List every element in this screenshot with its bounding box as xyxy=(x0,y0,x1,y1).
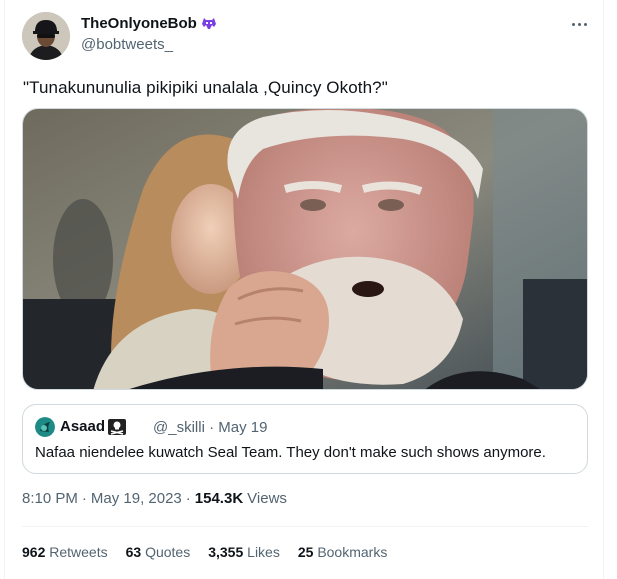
tweet-date[interactable]: May 19, 2023 xyxy=(91,490,182,507)
bookmarks-stat[interactable]: 25 Bookmarks xyxy=(298,544,388,560)
engagement-stats: 962 Retweets 63 Quotes 3,355 Likes 25 Bo… xyxy=(22,544,387,560)
author-handle[interactable]: @bobtweets_ xyxy=(81,36,173,53)
likes-stat[interactable]: 3,355 Likes xyxy=(208,544,280,560)
quotes-stat[interactable]: 63 Quotes xyxy=(126,544,191,560)
left-border xyxy=(4,0,5,579)
tweet-text: "Tunakununulia pikipiki unalala ,Quincy … xyxy=(23,78,388,97)
skull-crossbones-icon xyxy=(108,418,127,435)
divider xyxy=(22,526,588,527)
more-options-icon[interactable] xyxy=(568,14,590,34)
tweet-photo[interactable] xyxy=(22,108,588,390)
tweet-card: TheOnlyoneBob @bobtweets_ "Tunakununulia… xyxy=(0,0,617,579)
author-avatar[interactable] xyxy=(22,12,70,60)
views-separator: · xyxy=(185,490,191,507)
author-name[interactable]: TheOnlyoneBob xyxy=(81,14,218,32)
alien-monster-icon xyxy=(201,18,216,29)
quoted-text: Nafaa niendelee kuwatch Seal Team. They … xyxy=(35,444,546,461)
tweet-time[interactable]: 8:10 PM xyxy=(22,490,78,507)
views-label: Views xyxy=(247,490,287,507)
time-separator: · xyxy=(81,490,87,507)
quoted-tweet[interactable]: Asaad @_skilli · May 19 Nafaa niendelee … xyxy=(22,404,588,474)
quoted-author-name[interactable]: Asaad xyxy=(60,418,127,435)
quoted-handle[interactable]: @_skilli xyxy=(153,419,205,436)
quoted-date[interactable]: May 19 xyxy=(218,419,267,436)
views-count: 154.3K xyxy=(194,490,244,507)
retweets-stat[interactable]: 962 Retweets xyxy=(22,544,108,560)
tweet-timestamp: 8:10 PM · May 19, 2023 · 154.3K Views xyxy=(22,490,287,507)
meta-separator: · xyxy=(209,419,215,436)
quoted-author-avatar[interactable] xyxy=(35,417,55,437)
quoted-meta: @_skilli · May 19 xyxy=(153,419,267,436)
right-border xyxy=(603,0,604,579)
